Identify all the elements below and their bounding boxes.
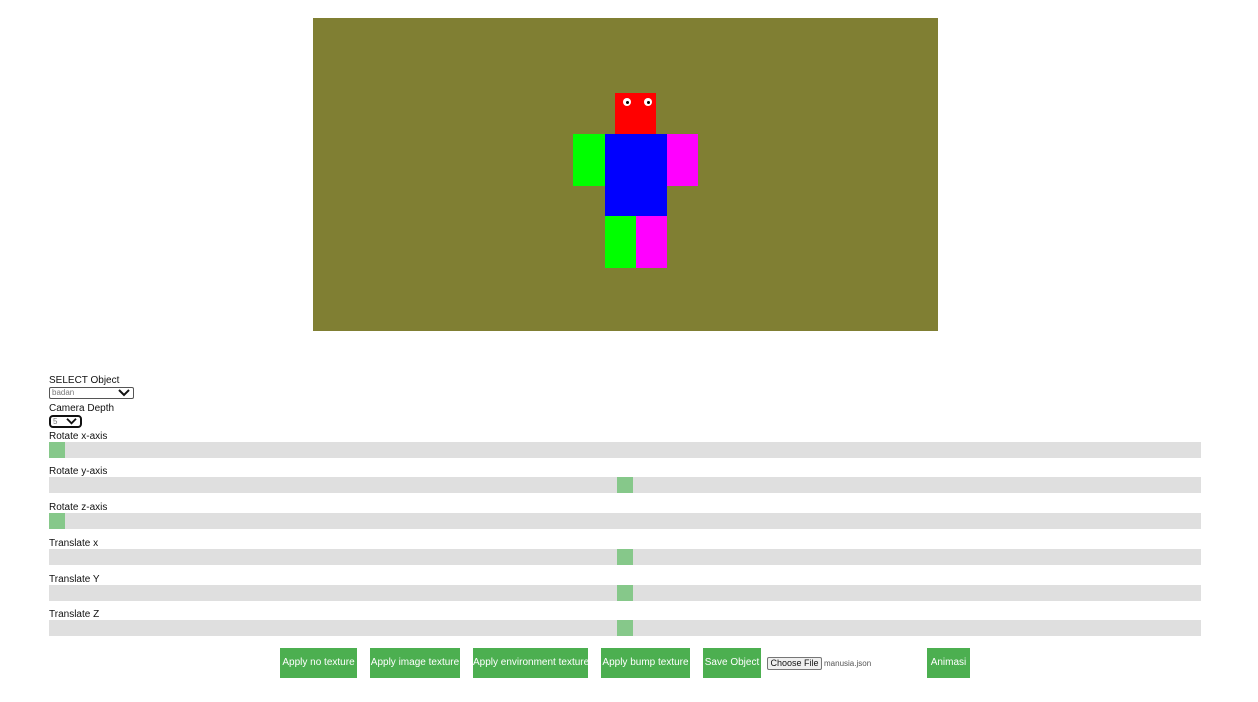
chosen-file-name: manusia.json xyxy=(824,659,872,668)
apply-no-texture-button[interactable]: Apply no texture xyxy=(280,648,357,678)
translate-x-slider[interactable] xyxy=(49,549,1201,565)
chevron-down-icon xyxy=(118,389,130,397)
apply-image-texture-button[interactable]: Apply image texture xyxy=(370,648,460,678)
rotate-z-slider[interactable] xyxy=(49,513,1201,529)
translate-y-slider[interactable] xyxy=(49,585,1201,601)
left-arm xyxy=(573,134,605,186)
apply-environment-texture-button[interactable]: Apply environment texture xyxy=(473,648,589,678)
right-arm xyxy=(667,134,698,186)
left-leg xyxy=(605,216,636,268)
torso xyxy=(605,134,667,216)
select-object-dropdown[interactable]: badan xyxy=(49,387,134,399)
rotate-x-slider[interactable] xyxy=(49,442,1201,458)
choose-file-button[interactable]: Choose File xyxy=(767,657,822,670)
slider-thumb[interactable] xyxy=(617,585,633,601)
webgl-canvas[interactable] xyxy=(313,18,938,331)
select-object-label: SELECT Object xyxy=(49,375,120,386)
left-eye xyxy=(623,98,631,106)
chevron-down-icon xyxy=(66,418,77,425)
camera-depth-label: Camera Depth xyxy=(49,403,115,414)
slider-thumb[interactable] xyxy=(617,477,633,493)
select-object-value: badan xyxy=(52,388,75,397)
camera-depth-select[interactable]: 5 xyxy=(49,415,82,428)
head xyxy=(615,93,656,134)
right-leg xyxy=(636,216,667,268)
slider-thumb[interactable] xyxy=(617,549,633,565)
translate-z-slider[interactable] xyxy=(49,620,1201,636)
slider-thumb[interactable] xyxy=(617,620,633,636)
camera-depth-value: 5 xyxy=(53,417,58,426)
rotate-y-slider[interactable] xyxy=(49,477,1201,493)
slider-thumb[interactable] xyxy=(49,513,65,529)
right-eye xyxy=(644,98,652,106)
apply-bump-texture-button[interactable]: Apply bump texture xyxy=(601,648,690,678)
animasi-button[interactable]: Animasi xyxy=(927,648,970,678)
slider-thumb[interactable] xyxy=(49,442,65,458)
save-object-button[interactable]: Save Object xyxy=(703,648,761,678)
